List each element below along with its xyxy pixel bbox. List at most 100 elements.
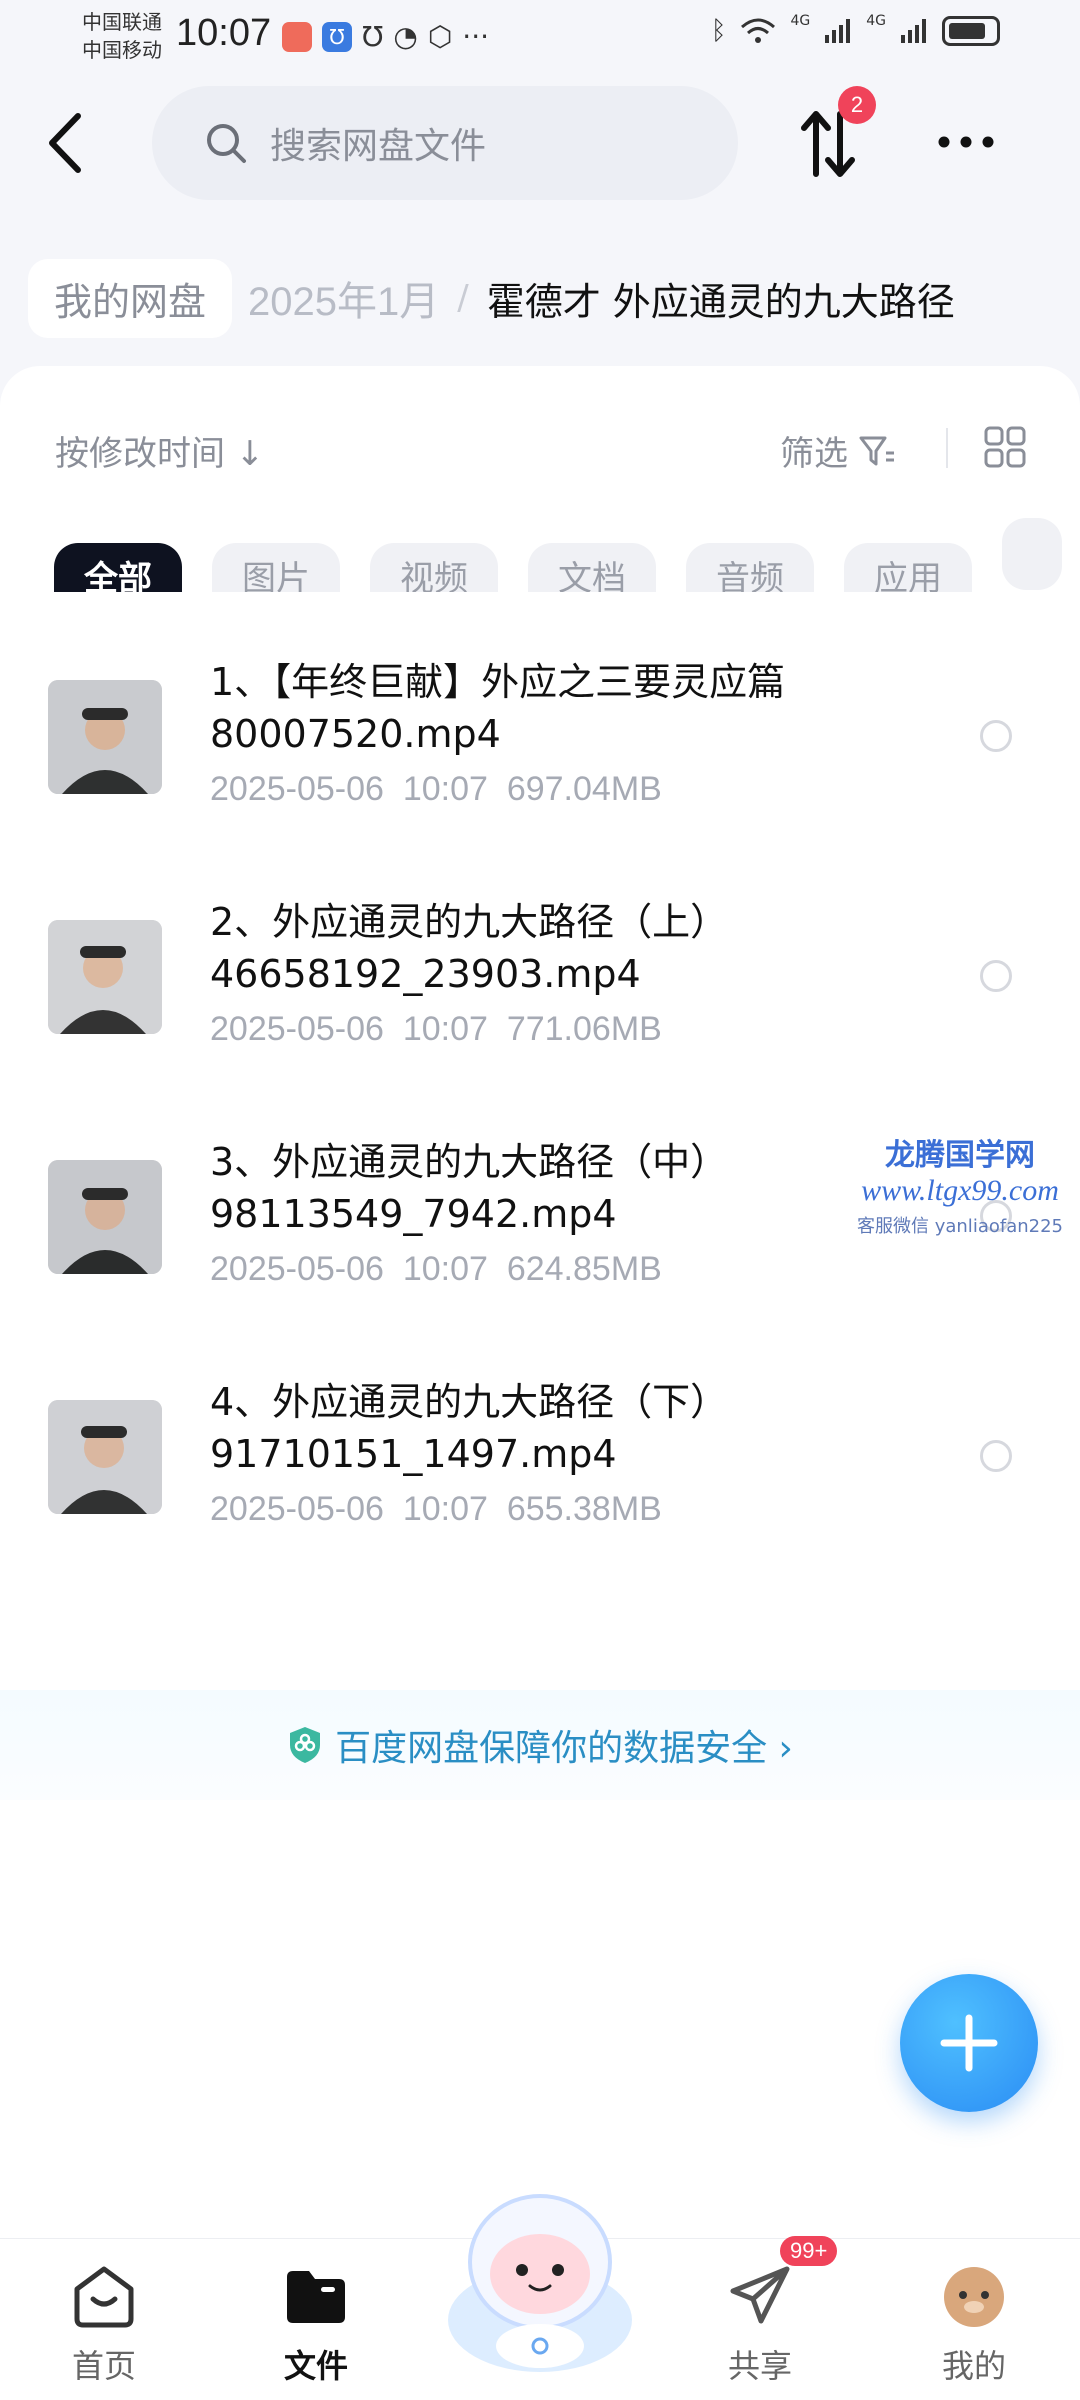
upload-fab[interactable] xyxy=(900,1974,1038,2112)
transfer-count-badge: 2 xyxy=(838,86,876,124)
search-icon xyxy=(207,124,246,163)
chip-images[interactable]: 图片 xyxy=(212,543,340,592)
app-notification-icon: Ʊ xyxy=(362,20,384,53)
security-text: 百度网盘保障你的数据安全 › xyxy=(335,1728,793,1769)
file-name: 4、外应通灵的九大路径（下） 91710151_1497.mp4 xyxy=(210,1376,970,1480)
avatar-icon xyxy=(944,2267,1004,2327)
nav-files-label: 文件 xyxy=(283,2347,348,2385)
filter-button[interactable]: 筛选 xyxy=(780,426,896,475)
video-thumbnail xyxy=(48,1160,162,1274)
chip-apps[interactable]: 应用 xyxy=(844,543,972,592)
file-time: 10:07 xyxy=(402,1010,488,1048)
file-filename: 91710151_1497.mp4 xyxy=(210,1432,617,1476)
file-size: 771.06MB xyxy=(506,1010,662,1048)
search-bar[interactable]: 搜索网盘文件 xyxy=(152,86,738,200)
filter-icon xyxy=(859,436,894,465)
breadcrumb: 我的网盘 2025年1月 / 霍德才 外应通灵的九大路径 xyxy=(28,258,955,338)
notification-icons: Ʊ Ʊ ◔ ⬡ ··· xyxy=(282,20,489,53)
app-notification-icon: Ʊ xyxy=(322,21,352,52)
watermark-contact: 客服微信 yanliaofan225 xyxy=(857,1216,1063,1237)
file-meta: 2025-05-06 10:07 624.85MB xyxy=(210,1250,662,1289)
more-notifications-icon: ··· xyxy=(462,20,489,53)
file-row[interactable]: 4、外应通灵的九大路径（下） 91710151_1497.mp4 2025-05… xyxy=(0,1360,1080,1600)
wifi-icon xyxy=(741,18,776,43)
security-banner[interactable]: 百度网盘保障你的数据安全 › xyxy=(0,1690,1080,1800)
file-meta: 2025-05-06 10:07 697.04MB xyxy=(210,770,662,809)
file-size: 624.85MB xyxy=(506,1250,662,1288)
file-size: 655.38MB xyxy=(506,1490,662,1528)
chip-audio[interactable]: 音频 xyxy=(686,543,814,592)
clock-notification-icon: ◔ xyxy=(393,20,418,53)
search-placeholder: 搜索网盘文件 xyxy=(270,126,487,167)
file-time: 10:07 xyxy=(402,770,488,808)
chip-videos[interactable]: 视频 xyxy=(370,543,498,592)
carrier-1: 中国联通 xyxy=(82,10,162,34)
status-time: 10:07 xyxy=(176,12,272,54)
nav-home[interactable]: 首页 xyxy=(44,2263,164,2387)
file-title: 2、外应通灵的九大路径（上） xyxy=(210,900,729,944)
battery-icon xyxy=(942,16,1000,46)
bluetooth-icon: ᛒ xyxy=(710,16,727,46)
category-chips: 全部 图片 视频 文档 音频 应用 xyxy=(54,518,1080,592)
breadcrumb-separator: / xyxy=(457,278,469,318)
watermark: 龙腾国学网 www.ltgx99.com 客服微信 yanliaofan225 xyxy=(840,1130,1080,1238)
carrier-labels: 中国联通 中国移动 xyxy=(82,8,162,64)
select-radio[interactable] xyxy=(980,960,1012,992)
back-arrow-icon[interactable] xyxy=(38,108,98,178)
file-row[interactable]: 2、外应通灵的九大路径（上） 46658192_23903.mp4 2025-0… xyxy=(0,880,1080,1120)
file-date: 2025-05-06 xyxy=(210,1490,384,1528)
nav-files[interactable]: 文件 xyxy=(256,2263,376,2387)
file-filename: 46658192_23903.mp4 xyxy=(210,952,641,996)
filter-label: 筛选 xyxy=(780,434,848,474)
hand-notification-icon: ⬡ xyxy=(427,20,453,53)
file-filename: 80007520.mp4 xyxy=(210,712,501,756)
select-radio[interactable] xyxy=(980,1440,1012,1472)
breadcrumb-folder[interactable]: 2025年1月 xyxy=(248,269,439,327)
breadcrumb-current: 霍德才 外应通灵的九大路径 xyxy=(486,279,955,324)
file-name: 1、【年终巨献】外应之三要灵应篇 80007520.mp4 xyxy=(210,656,970,760)
watermark-name: 龙腾国学网 xyxy=(885,1138,1035,1173)
home-icon xyxy=(74,2266,134,2328)
ai-assistant-mascot-icon[interactable] xyxy=(430,2170,650,2380)
file-time: 10:07 xyxy=(402,1250,488,1288)
file-title: 1、【年终巨献】外应之三要灵应篇 xyxy=(210,660,786,704)
file-date: 2025-05-06 xyxy=(210,1010,384,1048)
app-notification-icon xyxy=(282,21,312,52)
carrier-2: 中国移动 xyxy=(82,38,162,62)
share-icon xyxy=(730,2266,790,2324)
file-date: 2025-05-06 xyxy=(210,770,384,808)
folder-icon xyxy=(287,2271,345,2323)
nav-me-label: 我的 xyxy=(941,2347,1006,2385)
status-bar: 中国联通 中国移动 10:07 Ʊ Ʊ ◔ ⬡ ··· ᛒ 4G 4G xyxy=(0,0,1080,76)
sort-button[interactable]: 按修改时间 ↓ xyxy=(55,426,264,475)
signal-icon xyxy=(825,19,851,43)
nav-share[interactable]: 共享 xyxy=(700,2263,820,2387)
file-name: 2、外应通灵的九大路径（上） 46658192_23903.mp4 xyxy=(210,896,970,1000)
signal-icon xyxy=(901,19,926,43)
network-type-1: 4G xyxy=(790,13,811,29)
video-thumbnail xyxy=(48,1400,162,1514)
chip-all[interactable]: 全部 xyxy=(54,543,182,592)
chip-documents[interactable]: 文档 xyxy=(528,543,656,592)
file-date: 2025-05-06 xyxy=(210,1250,384,1288)
nav-home-label: 首页 xyxy=(71,2347,136,2385)
file-size: 697.04MB xyxy=(506,770,662,808)
file-title: 4、外应通灵的九大路径（下） xyxy=(210,1380,729,1424)
grid-view-icon[interactable] xyxy=(984,426,1026,468)
select-radio[interactable] xyxy=(980,720,1012,752)
chip-more[interactable] xyxy=(1002,518,1062,590)
nav-me[interactable]: 我的 xyxy=(914,2263,1034,2387)
file-list: 1、【年终巨献】外应之三要灵应篇 80007520.mp4 2025-05-06… xyxy=(0,640,1080,1600)
file-time: 10:07 xyxy=(402,1490,488,1528)
more-options-icon[interactable] xyxy=(936,130,996,154)
file-row[interactable]: 1、【年终巨献】外应之三要灵应篇 80007520.mp4 2025-05-06… xyxy=(0,640,1080,880)
video-thumbnail xyxy=(48,920,162,1034)
shield-icon xyxy=(290,1727,321,1763)
system-status-icons: ᛒ 4G 4G xyxy=(710,13,1000,46)
plus-icon xyxy=(940,2014,998,2072)
network-type-2: 4G xyxy=(866,13,886,29)
toolbar-divider xyxy=(946,428,948,468)
breadcrumb-root[interactable]: 我的网盘 xyxy=(28,258,233,338)
video-thumbnail xyxy=(48,680,162,794)
share-count-badge: 99+ xyxy=(780,2236,838,2266)
